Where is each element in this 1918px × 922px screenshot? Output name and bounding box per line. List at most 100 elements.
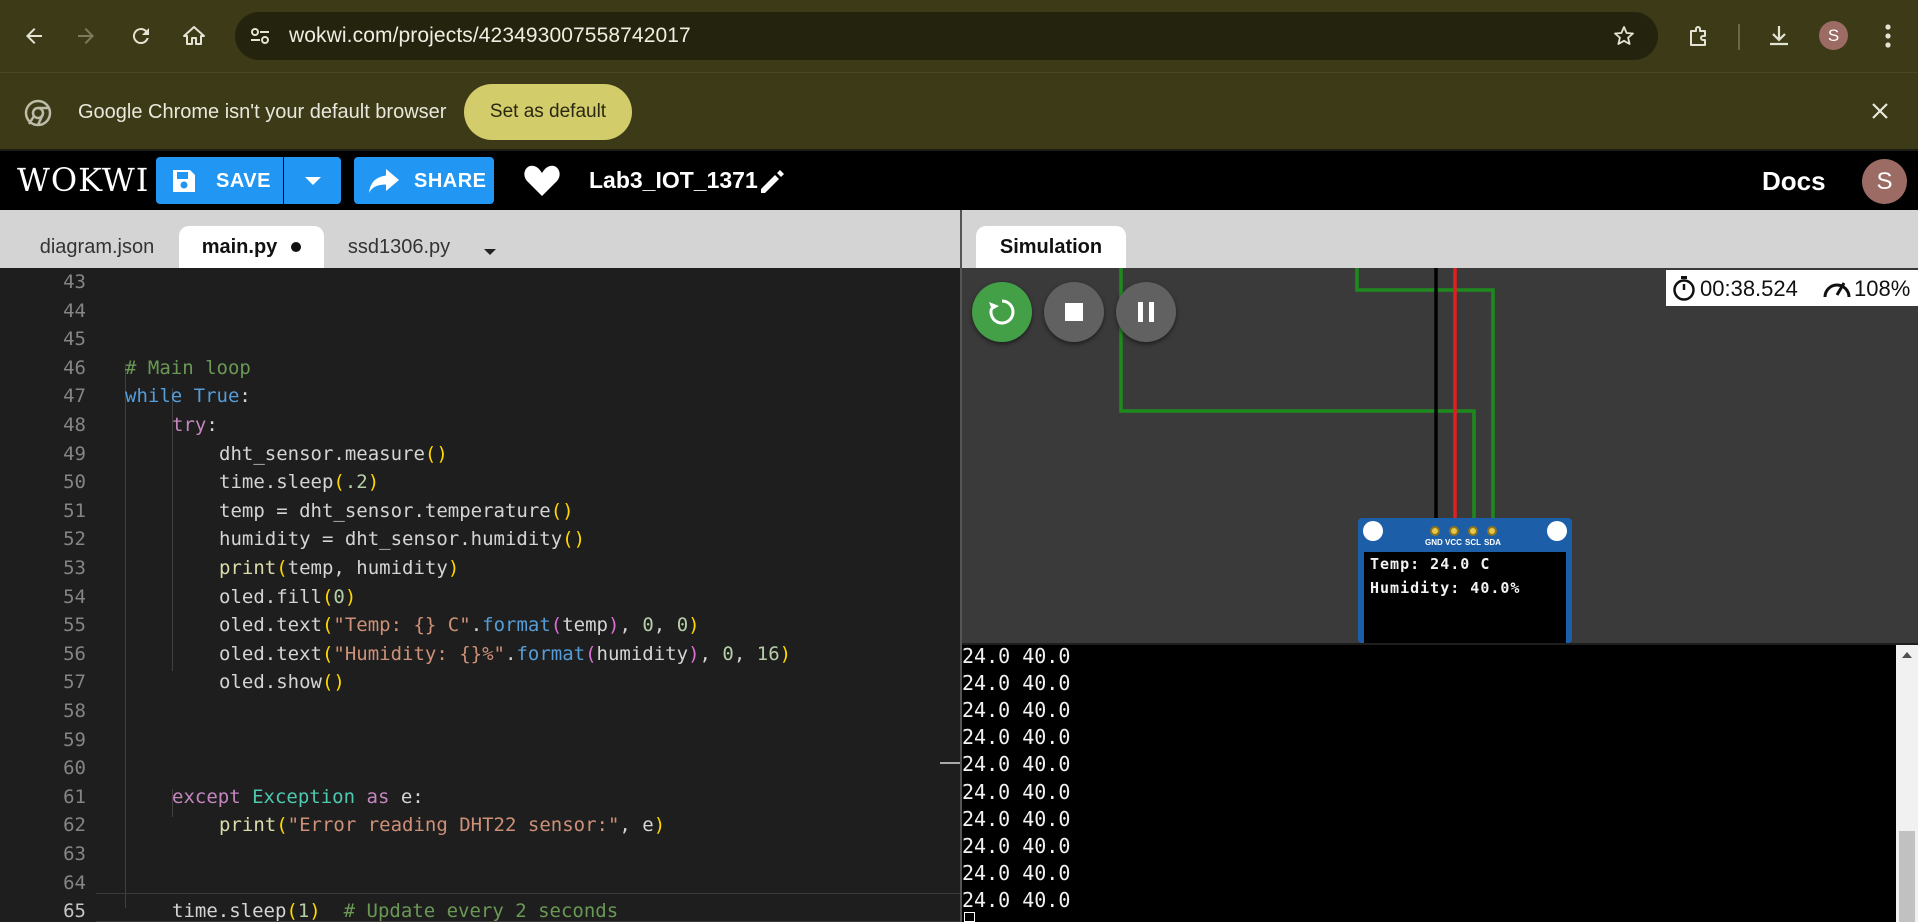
code-token: () <box>562 528 586 551</box>
code-line[interactable]: 60 <box>0 754 960 783</box>
share-arrow-icon <box>369 169 399 193</box>
code-token: ( <box>286 900 298 922</box>
code-line[interactable]: 52 humidity = dht_sensor.humidity() <box>0 525 960 554</box>
code-line[interactable]: 56 oled.text("Humidity: {}%".format(humid… <box>0 640 960 669</box>
code-text: try: <box>172 411 218 440</box>
unsaved-dot-icon <box>291 242 302 252</box>
ssd1306-oled-display[interactable]: GND VCC SCL SDA Temp: 24.0 C Humidity: 4… <box>1358 518 1572 643</box>
extensions-button[interactable] <box>1679 16 1719 56</box>
line-number: 59 <box>63 728 86 751</box>
more-tabs-caret-icon[interactable] <box>476 240 504 264</box>
code-line[interactable]: 53 print(temp, humidity) <box>0 554 960 583</box>
code-line[interactable]: 63 <box>0 840 960 869</box>
line-number: 56 <box>63 642 86 665</box>
share-button[interactable]: SHARE <box>354 157 494 204</box>
code-line[interactable]: 45 <box>0 325 960 354</box>
heart-icon[interactable] <box>522 161 562 201</box>
back-button[interactable] <box>14 16 54 56</box>
line-number: 47 <box>63 385 86 408</box>
scroll-up-arrow-icon[interactable] <box>1901 651 1913 659</box>
code-line[interactable]: 50 time.sleep(.2) <box>0 468 960 497</box>
code-editor[interactable]: 43 44 45 46 # Main loop 47 while True: 48 try: 49… <box>0 268 960 922</box>
code-text: oled.show() <box>219 668 345 697</box>
code-line[interactable]: 43 <box>0 268 960 297</box>
serial-output-line: 24.0 40.0 <box>962 645 1071 668</box>
edit-pencil-icon[interactable] <box>757 165 789 197</box>
code-token: , <box>619 614 643 637</box>
code-line[interactable]: 57 oled.show() <box>0 668 960 697</box>
chrome-menu-button[interactable] <box>1868 16 1908 56</box>
code-token: ( <box>585 642 597 665</box>
pin-sda[interactable] <box>1487 526 1497 536</box>
back-arrow-icon <box>26 28 42 44</box>
reload-button[interactable] <box>121 16 161 56</box>
code-token: ( <box>276 814 288 837</box>
editor-tab-bar: diagram.json main.py ssd1306.py <box>0 210 960 268</box>
code-token: try <box>172 414 207 436</box>
pin-gnd[interactable] <box>1430 526 1440 536</box>
serial-monitor[interactable]: 24.0 40.0 24.0 40.0 24.0 40.0 24.0 40.0 24.0… <box>962 645 1918 922</box>
downloads-button[interactable] <box>1759 16 1799 56</box>
code-line[interactable]: 55 oled.text("Temp: {} C".format(temp), 0… <box>0 611 960 640</box>
code-token: , <box>653 614 677 637</box>
code-line[interactable]: 51 temp = dht_sensor.temperature() <box>0 497 960 526</box>
site-settings-icon[interactable] <box>249 25 271 47</box>
pin-label-vcc: VCC <box>1445 538 1462 547</box>
code-text: while True: <box>125 382 251 411</box>
forward-button[interactable] <box>66 16 106 56</box>
line-number: 45 <box>63 328 86 351</box>
serial-scrollbar[interactable] <box>1896 645 1918 922</box>
tab-simulation[interactable]: Simulation <box>976 226 1126 268</box>
serial-scroll-thumb[interactable] <box>1899 831 1915 922</box>
pin-label-gnd: GND <box>1425 538 1443 547</box>
tab-ssd1306-py[interactable]: ssd1306.py <box>334 226 464 268</box>
serial-output-line: 24.0 40.0 <box>962 833 1071 858</box>
profile-avatar[interactable]: S <box>1819 21 1848 50</box>
stop-simulation-button[interactable] <box>1044 282 1104 342</box>
infobar-close-button[interactable] <box>1864 95 1896 127</box>
bookmark-star-icon[interactable] <box>1612 24 1636 48</box>
tab-main-py[interactable]: main.py <box>179 226 324 268</box>
code-line[interactable]: 44 <box>0 297 960 326</box>
oled-screen: Temp: 24.0 C Humidity: 40.0% <box>1364 552 1566 643</box>
project-name[interactable]: Lab3_IOT_1371 <box>589 167 758 194</box>
code-token: ) <box>653 814 666 837</box>
pin-scl[interactable] <box>1468 526 1478 536</box>
tab-diagram-json[interactable]: diagram.json <box>22 226 172 268</box>
code-token: 0 <box>333 585 345 608</box>
simulation-canvas[interactable]: 00:38.524 108% GND VCC SCL SDA Temp: 24.… <box>962 268 1918 643</box>
code-line[interactable]: 62 print("Error reading DHT22 sensor:", e… <box>0 811 960 840</box>
pin-vcc[interactable] <box>1449 526 1459 536</box>
home-button[interactable] <box>174 16 214 56</box>
save-options-dropdown[interactable] <box>284 157 341 204</box>
code-token: print <box>219 814 277 837</box>
floppy-disk-icon <box>173 170 195 192</box>
code-line[interactable]: 49 dht_sensor.measure() <box>0 440 960 469</box>
pause-simulation-button[interactable] <box>1116 282 1176 342</box>
code-line[interactable]: 64 <box>0 869 960 898</box>
code-line[interactable]: 46 # Main loop <box>0 354 960 383</box>
code-line[interactable]: 54 oled.fill(0) <box>0 583 960 612</box>
code-line[interactable]: 47 while True: <box>0 382 960 411</box>
wokwi-logo[interactable]: WOKWI <box>17 161 149 199</box>
user-avatar[interactable]: S <box>1862 159 1907 204</box>
stop-icon <box>1065 303 1083 321</box>
save-button[interactable]: SAVE <box>156 157 283 204</box>
code-token: , <box>733 642 757 665</box>
restart-simulation-button[interactable] <box>972 282 1032 342</box>
code-line[interactable]: 58 <box>0 697 960 726</box>
code-token: ) <box>779 642 792 665</box>
code-text: temp = dht_sensor.temperature() <box>219 497 574 526</box>
code-line[interactable]: 59 <box>0 726 960 755</box>
docs-link[interactable]: Docs <box>1762 166 1826 197</box>
line-number: 44 <box>63 299 86 322</box>
code-token: 16 <box>756 642 780 665</box>
simulation-speed: 108% <box>1854 276 1911 301</box>
set-as-default-button[interactable]: Set as default <box>464 84 632 140</box>
code-line[interactable]: 65 time.sleep(1) # Update every 2 seconds <box>0 897 960 922</box>
code-token: ) <box>688 614 700 637</box>
code-line[interactable]: 61 except Exception as e: <box>0 783 960 812</box>
code-line[interactable]: 48 try: <box>0 411 960 440</box>
address-bar[interactable]: wokwi.com/projects/423493007558742017 <box>235 12 1658 60</box>
